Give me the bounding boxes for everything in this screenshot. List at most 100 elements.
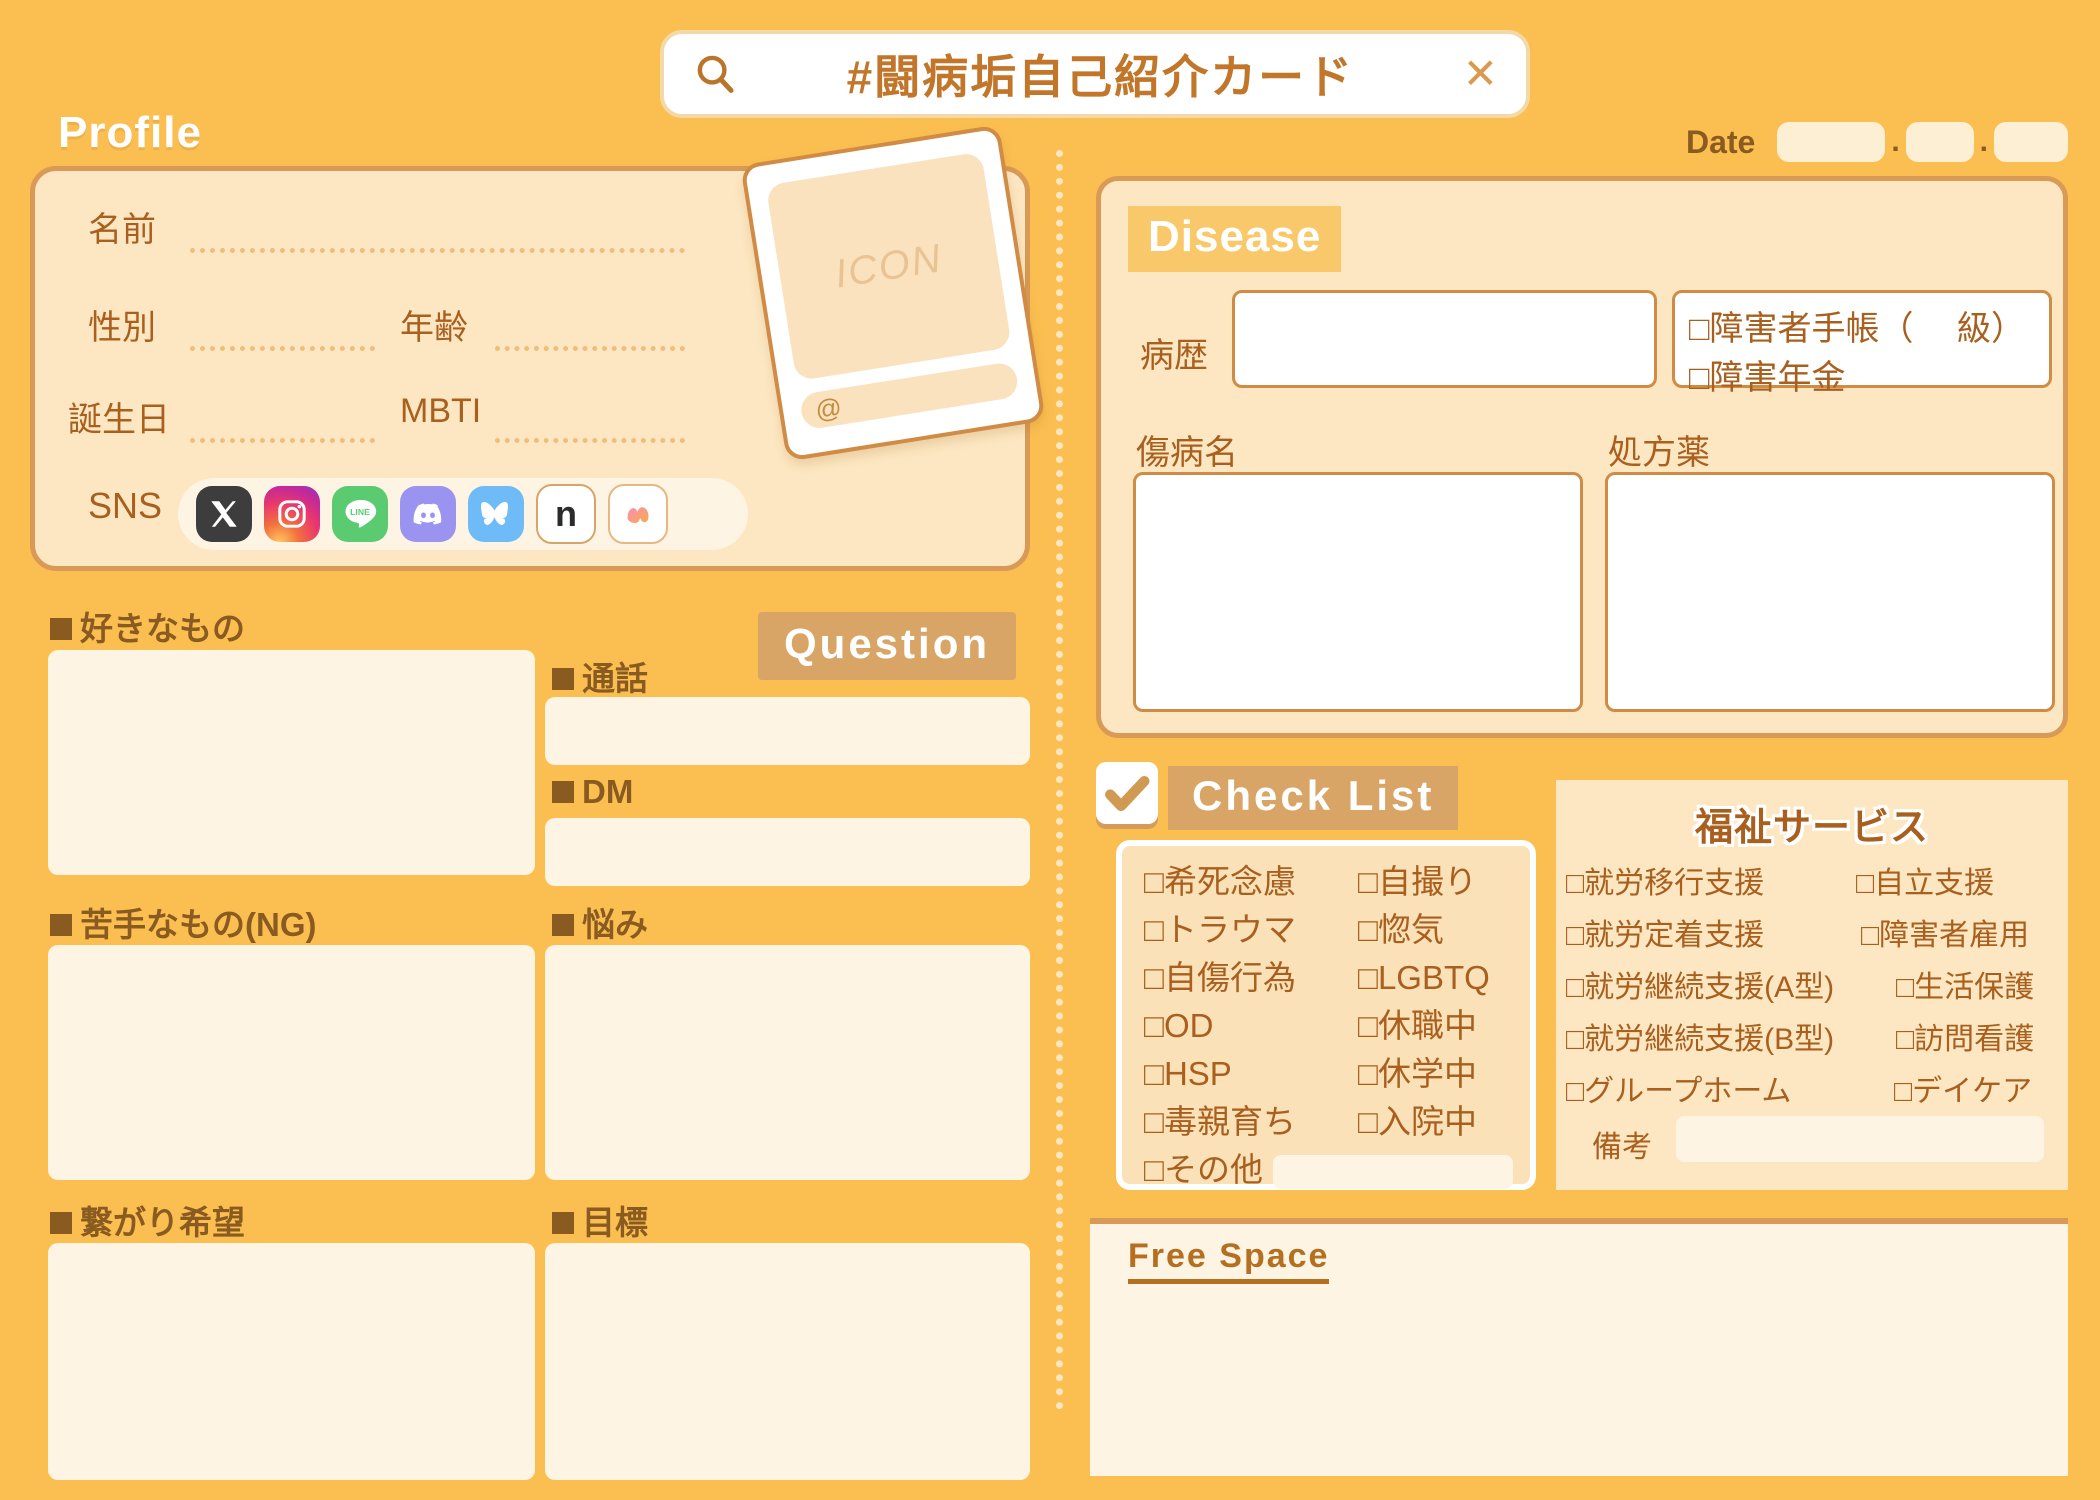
welfare-item-transition-support[interactable]: □就労移行支援 [1566, 858, 1764, 902]
gender-input[interactable] [190, 346, 375, 351]
checkbox-empty-icon: □ [1861, 919, 1880, 952]
checklist-item-other[interactable]: □その他 [1144, 1146, 1513, 1194]
certificate-box[interactable]: □障害者手帳（ 級） □障害年金 [1672, 290, 2052, 397]
gender-label: 性別 [88, 309, 156, 347]
name-label: 名前 [88, 211, 156, 249]
close-icon[interactable]: ✕ [1463, 53, 1498, 95]
worries-input[interactable] [545, 945, 1030, 1180]
date-month-field[interactable] [1905, 122, 1974, 162]
favorites-input[interactable] [48, 650, 535, 875]
birthday-input[interactable] [190, 438, 375, 443]
age-input[interactable] [495, 346, 685, 351]
introduction-card-canvas: #闘病垢自己紹介カード ✕ Date . . Profile 名前 性別 年齢 … [0, 0, 2100, 1500]
checklist-item-selfharm[interactable]: □自傷行為 [1144, 954, 1296, 1002]
checklist-item-hospitalized[interactable]: □入院中 [1358, 1098, 1490, 1146]
checkbox-empty-icon: □ [1896, 971, 1915, 1004]
favorites-label: 好きなもの [50, 602, 245, 650]
date-row: Date . . [1686, 122, 2068, 162]
checklist-section-title: Check List [1168, 766, 1459, 830]
icon-image-placeholder[interactable]: ICON [765, 151, 1012, 382]
checklist-right-column: □自撮り □惚気 □LGBTQ □休職中 □休学中 □入院中 [1358, 858, 1490, 1146]
bullet-square-icon [552, 1212, 574, 1234]
welfare-item-retention-support[interactable]: □就労定着支援 [1566, 910, 1764, 954]
connection-wish-label: 繋がり希望 [50, 1196, 245, 1244]
checklist-other-input[interactable] [1272, 1155, 1513, 1190]
illness-name-input[interactable] [1133, 472, 1583, 712]
checkbox-empty-icon: □ [1566, 867, 1585, 900]
disability-certificate-checkbox[interactable]: □障害者手帳（ 級） [1689, 301, 2049, 350]
welfare-item-disability-employment[interactable]: □障害者雇用 [1861, 910, 2029, 954]
checklist-item-trauma[interactable]: □トラウマ [1144, 906, 1296, 954]
checkbox-empty-icon: □ [1144, 959, 1164, 996]
goal-input[interactable] [545, 1243, 1030, 1480]
welfare-panel: 福祉サービス □就労移行支援 □自立支援 □就労定着支援 □障害者雇用 □就労継… [1556, 780, 2068, 1190]
checklist-item-od[interactable]: □OD [1144, 1002, 1296, 1050]
date-year-field[interactable] [1777, 122, 1886, 162]
search-bar[interactable]: #闘病垢自己紹介カード ✕ [660, 30, 1530, 118]
date-day-field[interactable] [1994, 122, 2068, 162]
birthday-label: 誕生日 [68, 401, 170, 439]
profile-section-title: Profile [58, 108, 202, 157]
misskey-icon[interactable] [608, 484, 668, 544]
welfare-item-group-home[interactable]: □グループホーム [1566, 1066, 1791, 1110]
checkbox-empty-icon: □ [1896, 1023, 1915, 1056]
at-symbol: @ [813, 391, 844, 425]
search-icon [697, 55, 734, 93]
sns-icon-strip: LINE n [178, 478, 748, 550]
welfare-item-independence-support[interactable]: □自立支援 [1856, 858, 1994, 902]
call-input[interactable] [545, 697, 1030, 765]
question-section-title: Question [758, 612, 1017, 680]
checkmark-icon [1096, 762, 1158, 824]
checkbox-empty-icon: □ [1358, 1007, 1378, 1044]
bluesky-icon[interactable] [468, 486, 524, 542]
checklist-item-on-leave-work[interactable]: □休職中 [1358, 1002, 1490, 1050]
welfare-item-home-nursing[interactable]: □訪問看護 [1896, 1014, 2034, 1058]
dm-input[interactable] [545, 818, 1030, 886]
bullet-square-icon [552, 668, 574, 690]
checkbox-empty-icon: □ [1689, 359, 1710, 397]
checklist-item-suicidal[interactable]: □希死念慮 [1144, 858, 1296, 906]
checkbox-empty-icon: □ [1358, 959, 1378, 996]
checklist-left-column: □希死念慮 □トラウマ □自傷行為 □OD □HSP □毒親育ち [1144, 858, 1296, 1146]
checkbox-empty-icon: □ [1856, 867, 1875, 900]
free-space-title: Free Space [1128, 1237, 1330, 1284]
welfare-note-input[interactable] [1676, 1116, 2044, 1162]
x-twitter-icon[interactable] [196, 486, 252, 542]
icon-polaroid-card[interactable]: ICON @ [740, 124, 1046, 462]
medical-history-label: 病歴 [1140, 337, 1208, 375]
connection-wish-input[interactable] [48, 1243, 535, 1480]
checkbox-empty-icon: □ [1144, 1151, 1164, 1188]
line-icon[interactable]: LINE [332, 486, 388, 542]
instagram-icon[interactable] [264, 486, 320, 542]
worries-label: 悩み [552, 898, 648, 946]
checklist-item-lgbtq[interactable]: □LGBTQ [1358, 954, 1490, 1002]
checklist-item-lovetalk[interactable]: □惚気 [1358, 906, 1490, 954]
dislikes-input[interactable] [48, 945, 535, 1180]
prescription-label: 処方薬 [1608, 434, 1710, 472]
checklist-item-on-leave-school[interactable]: □休学中 [1358, 1050, 1490, 1098]
welfare-item-continuous-b[interactable]: □就労継続支援(B型) [1566, 1014, 1834, 1058]
prescription-input[interactable] [1605, 472, 2055, 712]
age-label: 年齢 [400, 309, 468, 347]
disability-pension-checkbox[interactable]: □障害年金 [1689, 350, 2049, 399]
disease-section-title: Disease [1128, 206, 1342, 272]
checkbox-empty-icon: □ [1566, 1075, 1585, 1108]
checkbox-empty-icon: □ [1144, 911, 1164, 948]
note-icon[interactable]: n [536, 484, 596, 544]
checkbox-empty-icon: □ [1358, 911, 1378, 948]
welfare-item-livelihood-protection[interactable]: □生活保護 [1896, 962, 2034, 1006]
mbti-input[interactable] [495, 438, 685, 443]
icon-placeholder-text: ICON [831, 235, 946, 297]
mbti-label: MBTI [400, 392, 482, 430]
sns-label: SNS [88, 485, 163, 526]
dislikes-label: 苦手なもの(NG) [50, 898, 316, 946]
medical-history-input[interactable] [1232, 290, 1657, 388]
name-input[interactable] [190, 248, 685, 253]
welfare-item-day-care[interactable]: □デイケア [1894, 1066, 2032, 1110]
checklist-item-selfie[interactable]: □自撮り [1358, 858, 1490, 906]
checkbox-empty-icon: □ [1689, 310, 1710, 348]
discord-icon[interactable] [400, 486, 456, 542]
welfare-item-continuous-a[interactable]: □就労継続支援(A型) [1566, 962, 1834, 1006]
checklist-item-hsp[interactable]: □HSP [1144, 1050, 1296, 1098]
checklist-item-toxic-parents[interactable]: □毒親育ち [1144, 1098, 1296, 1146]
